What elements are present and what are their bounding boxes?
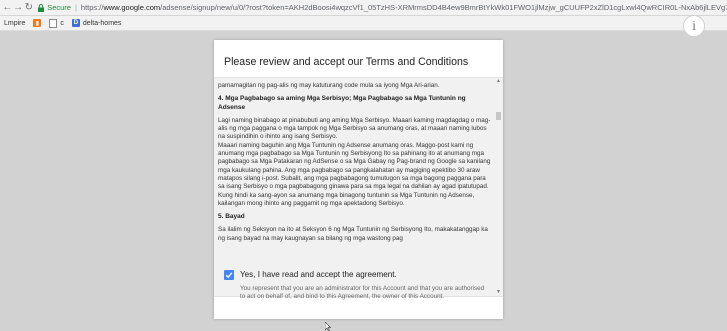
section-4-paragraph-1: Lagi naming binabago at pinabubuti ang a… xyxy=(218,116,491,141)
scroll-up-arrow-icon[interactable]: ▲ xyxy=(495,78,502,85)
bookmarks-bar: Lmpire ▮ c D delta-homes xyxy=(0,16,727,31)
bookmark-label: delta-homes xyxy=(82,19,122,27)
terms-intro-line: pamamagitan ng pag-alis ng may katuturan… xyxy=(218,82,440,89)
secure-label: Secure xyxy=(47,3,71,12)
orange-square-icon: ▮ xyxy=(33,19,42,27)
url-prefix: https:// xyxy=(80,3,104,12)
bookmark-lmpire[interactable]: Lmpire xyxy=(4,20,25,27)
terms-scroll-area[interactable]: pamamagitan ng pag-alis ng may katuturan… xyxy=(214,77,503,297)
agree-description: You represent that you are an administra… xyxy=(240,285,485,301)
page-icon xyxy=(49,18,58,28)
section-4-paragraph-2: Maaari naming baguhin ang Mga Tuntunin n… xyxy=(218,141,491,207)
bookmark-delta-homes[interactable]: D delta-homes xyxy=(71,19,122,27)
agree-label[interactable]: Yes, I have read and accept the agreemen… xyxy=(240,270,397,279)
bookmark-c[interactable]: c xyxy=(49,18,64,28)
section-5-paragraph-1: Sa ilalim ng Seksyon na ito at Seksyon 6… xyxy=(218,226,488,242)
dialog-title: Please review and accept our Terms and C… xyxy=(224,56,469,68)
url-path: /adsense/signup/new/u/0/?rost?token=AKH2… xyxy=(160,3,727,12)
bookmark-label: c xyxy=(60,19,64,27)
section-5-heading: 5. Bayad xyxy=(218,213,245,221)
scroll-down-arrow-icon[interactable]: ▼ xyxy=(495,289,502,296)
address-bar[interactable]: ← → ↻ Secure | https://www.google.com/ad… xyxy=(0,0,727,16)
url-host: www.google.com xyxy=(103,3,161,12)
mouse-cursor-icon xyxy=(325,322,331,331)
bookmark-orange[interactable]: ▮ xyxy=(33,19,42,27)
lock-icon xyxy=(38,3,45,12)
section-4-heading: 4. Mga Pagbabago sa aming Mga Serbisyo; … xyxy=(218,95,466,111)
scrollbar-thumb[interactable] xyxy=(496,112,501,120)
terms-content: pamamagitan ng pag-alis ng may katuturan… xyxy=(218,82,493,248)
url-text[interactable]: https://www.google.com/adsense/signup/ne… xyxy=(81,3,727,12)
agree-checkbox[interactable] xyxy=(224,270,234,280)
url-separator: | xyxy=(74,3,77,12)
info-button[interactable]: i xyxy=(683,15,705,37)
checkmark-icon xyxy=(225,272,233,279)
back-arrow-icon[interactable]: ← xyxy=(2,1,13,14)
terms-dialog: Please review and accept our Terms and C… xyxy=(214,40,503,319)
d-icon: D xyxy=(71,19,80,27)
reload-icon[interactable]: ↻ xyxy=(23,1,34,14)
forward-arrow-icon[interactable]: → xyxy=(13,1,24,14)
terms-scrollbar[interactable]: ▲ ▼ xyxy=(495,78,502,296)
